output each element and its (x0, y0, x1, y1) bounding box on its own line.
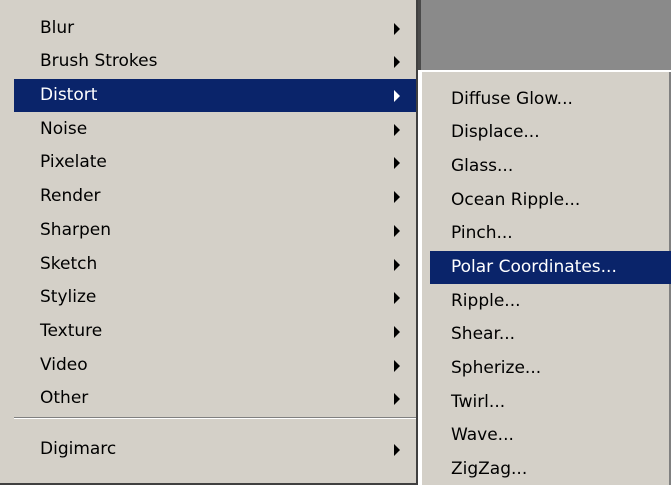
submenu-arrow-icon (394, 360, 400, 372)
canvas-workspace (418, 0, 671, 70)
submenu-item-spherize[interactable]: Spherize... (430, 352, 671, 385)
menu-item-label: Distort (40, 85, 98, 105)
submenu-item-shear[interactable]: Shear... (430, 318, 671, 351)
submenu-arrow-icon (394, 90, 400, 102)
submenu-arrow-icon (394, 191, 400, 203)
submenu-arrow-icon (394, 393, 400, 405)
menu-item-render[interactable]: Render (14, 180, 416, 213)
menu-item-sharpen[interactable]: Sharpen (14, 214, 416, 247)
submenu-item-wave[interactable]: Wave... (430, 419, 671, 452)
menu-item-other[interactable]: Other (14, 382, 416, 415)
menu-item-stylize[interactable]: Stylize (14, 281, 416, 314)
menu-item-label: Sharpen (40, 220, 111, 240)
menu-item-label: Blur (40, 18, 75, 38)
menu-item-video[interactable]: Video (14, 349, 416, 382)
distort-submenu: Diffuse Glow... Displace... Glass... Oce… (420, 70, 671, 485)
submenu-item-ripple[interactable]: Ripple... (430, 285, 671, 318)
menu-item-label: Other (40, 388, 89, 408)
submenu-item-label: Pinch... (451, 223, 513, 243)
menu-item-pixelate[interactable]: Pixelate (14, 146, 416, 179)
submenu-item-glass[interactable]: Glass... (430, 150, 671, 183)
submenu-item-label: Diffuse Glow... (451, 89, 573, 109)
menu-item-texture[interactable]: Texture (14, 315, 416, 348)
submenu-item-label: Twirl... (451, 392, 506, 412)
submenu-arrow-icon (394, 326, 400, 338)
submenu-arrow-icon (394, 124, 400, 136)
screen: Blur Brush Strokes Distort Noise Pixelat… (0, 0, 671, 485)
submenu-arrow-icon (394, 56, 400, 68)
menu-item-label: Stylize (40, 287, 97, 307)
submenu-arrow-icon (394, 225, 400, 237)
menu-item-label: Noise (40, 119, 88, 139)
submenu-item-label: Shear... (451, 324, 516, 344)
menu-item-sketch[interactable]: Sketch (14, 248, 416, 281)
submenu-item-polar-coordinates[interactable]: Polar Coordinates... (430, 251, 671, 284)
submenu-item-label: Wave... (451, 425, 514, 445)
submenu-item-label: ZigZag... (451, 459, 528, 479)
menu-item-digimarc[interactable]: Digimarc (14, 433, 416, 466)
submenu-item-label: Polar Coordinates... (451, 257, 617, 277)
filter-menu: Blur Brush Strokes Distort Noise Pixelat… (0, 0, 418, 485)
submenu-item-label: Ripple... (451, 291, 521, 311)
menu-item-label: Digimarc (40, 439, 117, 459)
menu-item-label: Brush Strokes (40, 51, 158, 71)
menu-item-label: Video (40, 355, 88, 375)
menu-item-label: Pixelate (40, 152, 107, 172)
submenu-item-zigzag[interactable]: ZigZag... (430, 453, 671, 485)
submenu-item-diffuse-glow[interactable]: Diffuse Glow... (430, 83, 671, 116)
menu-item-label: Texture (40, 321, 103, 341)
menu-item-label: Render (40, 186, 101, 206)
submenu-item-label: Spherize... (451, 358, 542, 378)
submenu-arrow-icon (394, 259, 400, 271)
submenu-item-label: Glass... (451, 156, 514, 176)
submenu-item-pinch[interactable]: Pinch... (430, 217, 671, 250)
submenu-arrow-icon (394, 292, 400, 304)
menu-separator (14, 417, 416, 419)
submenu-item-label: Ocean Ripple... (451, 190, 581, 210)
submenu-item-ocean-ripple[interactable]: Ocean Ripple... (430, 184, 671, 217)
submenu-arrow-icon (394, 23, 400, 35)
submenu-item-twirl[interactable]: Twirl... (430, 386, 671, 419)
submenu-item-displace[interactable]: Displace... (430, 116, 671, 149)
submenu-arrow-icon (394, 444, 400, 456)
menu-item-brush-strokes[interactable]: Brush Strokes (14, 45, 416, 78)
menu-item-blur[interactable]: Blur (14, 12, 416, 45)
menu-item-label: Sketch (40, 254, 98, 274)
submenu-item-label: Displace... (451, 122, 540, 142)
menu-item-distort[interactable]: Distort (14, 79, 416, 112)
submenu-arrow-icon (394, 157, 400, 169)
menu-item-noise[interactable]: Noise (14, 113, 416, 146)
